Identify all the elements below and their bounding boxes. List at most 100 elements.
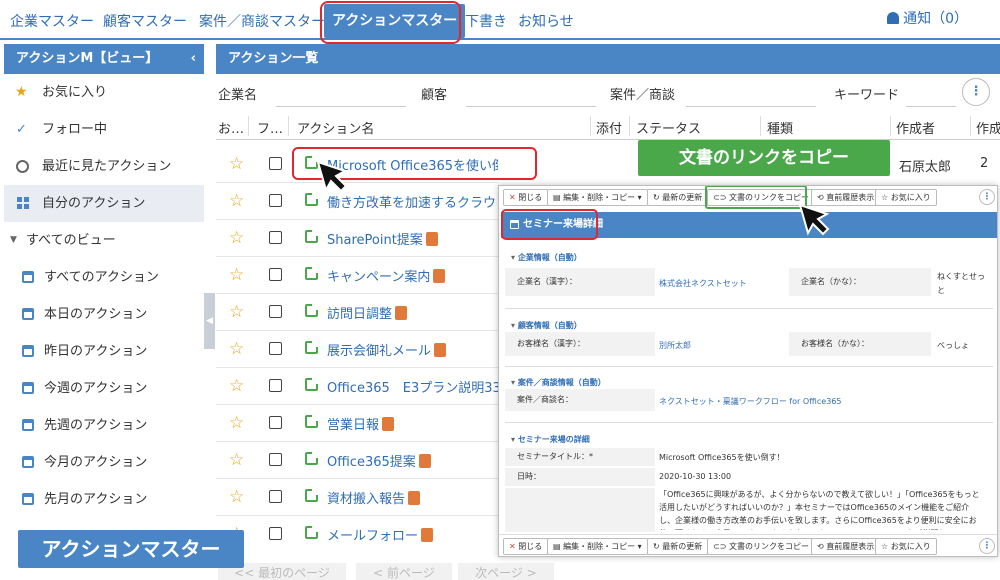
pager-next-button[interactable]: 次ページ >	[458, 563, 554, 580]
filter-keyword-input[interactable]	[906, 106, 956, 107]
table-row[interactable]: ☆ 展示会御礼メール	[216, 331, 498, 368]
follow-checkbox[interactable]	[269, 157, 282, 170]
star-outline-icon[interactable]: ☆	[229, 154, 244, 174]
table-row[interactable]: ☆ キャンペーン案内	[216, 257, 498, 294]
follow-checkbox[interactable]	[269, 416, 282, 429]
follow-checkbox[interactable]	[269, 305, 282, 318]
section-deal-heading[interactable]: 案件／商談情報（自動）	[511, 377, 606, 388]
section-customer-heading[interactable]: 顧客情報（自動）	[511, 320, 582, 331]
col-created[interactable]: 作成	[976, 118, 1000, 137]
panel-more-icon[interactable]: ⋮	[979, 538, 995, 554]
col-creator[interactable]: 作成者	[896, 118, 935, 137]
follow-checkbox[interactable]	[269, 379, 282, 392]
col-action-name[interactable]: アクション名	[297, 118, 374, 137]
action-name-link[interactable]: Office365 E3プラン説明3333	[327, 377, 498, 396]
field-value-link[interactable]: 株式会社ネクストセット	[659, 278, 747, 289]
open-external-icon[interactable]	[305, 193, 318, 206]
filter-company-input[interactable]	[276, 106, 406, 107]
sidebar-item-following[interactable]: ✓ フォロー中	[4, 111, 204, 148]
col-follow[interactable]: フ…	[257, 118, 283, 137]
panel-close-button[interactable]: ✕ 閉じる	[503, 538, 549, 555]
open-external-icon[interactable]	[305, 341, 318, 354]
star-outline-icon[interactable]: ☆	[229, 413, 244, 433]
tab-drafts[interactable]: 下書き	[465, 11, 507, 31]
open-external-icon[interactable]	[305, 230, 318, 243]
open-external-icon[interactable]	[305, 452, 318, 465]
open-external-icon[interactable]	[305, 267, 318, 280]
chevron-left-icon[interactable]: ‹	[191, 44, 196, 74]
table-row[interactable]: ☆ 資材搬入報告	[216, 479, 498, 516]
star-outline-icon[interactable]: ☆	[229, 487, 244, 507]
table-row[interactable]: ☆ 営業日報	[216, 405, 498, 442]
col-status[interactable]: ステータス	[636, 118, 701, 137]
follow-checkbox[interactable]	[269, 342, 282, 355]
follow-checkbox[interactable]	[269, 268, 282, 281]
section-seminar-heading[interactable]: セミナー来場の詳細	[511, 434, 590, 445]
col-favorite[interactable]: お…	[218, 118, 244, 137]
follow-checkbox[interactable]	[269, 490, 282, 503]
field-value-link[interactable]: 別所太郎	[659, 340, 691, 351]
action-name-link[interactable]: 働き方改革を加速するクラウド	[327, 192, 498, 211]
star-outline-icon[interactable]: ☆	[229, 450, 244, 470]
sidebar-item-yesterday[interactable]: 昨日のアクション	[4, 333, 204, 370]
sidebar-item-recent[interactable]: 最近に見たアクション	[4, 148, 204, 185]
sidebar-item-last-week[interactable]: 先週のアクション	[4, 407, 204, 444]
col-attachment[interactable]: 添付	[596, 118, 622, 137]
sidebar-item-last-month[interactable]: 先月のアクション	[4, 481, 204, 518]
notification-link[interactable]: 通知（0）	[887, 8, 968, 28]
star-outline-icon[interactable]: ☆	[229, 228, 244, 248]
star-outline-icon[interactable]: ☆	[229, 191, 244, 211]
star-outline-icon[interactable]: ☆	[229, 265, 244, 285]
star-outline-icon[interactable]: ☆	[229, 339, 244, 359]
col-type[interactable]: 種類	[767, 118, 793, 137]
action-name-link[interactable]: SharePoint提案	[327, 229, 438, 248]
filter-deal-input[interactable]	[686, 106, 816, 107]
tab-deal-master[interactable]: 案件／商談マスター	[199, 11, 325, 31]
panel-copy-link-button[interactable]: ⊂⊃ 文書のリンクをコピー ▾	[707, 538, 822, 555]
open-external-icon[interactable]	[305, 378, 318, 391]
table-row[interactable]: ☆メールフォロー	[216, 516, 498, 542]
action-name-link[interactable]: 訪問日調整	[327, 303, 408, 322]
panel-close-button[interactable]: ✕ 閉じる	[503, 189, 549, 206]
open-external-icon[interactable]	[305, 304, 318, 317]
panel-edit-button[interactable]: ▤ 編集・削除・コピー ▾	[547, 538, 648, 555]
panel-history-button[interactable]: ⟲ 直前履歴表示	[811, 538, 881, 555]
sidebar-item-all-actions[interactable]: すべてのアクション	[4, 259, 204, 296]
action-name-link[interactable]: 展示会御礼メール	[327, 340, 447, 359]
sidebar-item-this-month[interactable]: 今月のアクション	[4, 444, 204, 481]
sidebar-item-my-actions[interactable]: 自分のアクション	[4, 185, 204, 222]
star-outline-icon[interactable]: ☆	[229, 302, 244, 322]
sidebar-collapse-handle[interactable]: ◀	[204, 293, 215, 349]
open-external-icon[interactable]	[305, 415, 318, 428]
filter-customer-input[interactable]	[466, 106, 596, 107]
follow-checkbox[interactable]	[269, 194, 282, 207]
table-row[interactable]: ☆ Office365提案	[216, 442, 498, 479]
action-name-link[interactable]: 営業日報	[327, 414, 395, 433]
sidebar-item-today[interactable]: 本日のアクション	[4, 296, 204, 333]
sidebar-item-favorites[interactable]: ★ お気に入り	[4, 74, 204, 111]
follow-checkbox[interactable]	[269, 453, 282, 466]
pager-prev-button[interactable]: < 前ページ	[356, 563, 452, 580]
more-options-button[interactable]: ⋮	[962, 78, 990, 106]
table-row[interactable]: ☆ 訪問日調整	[216, 294, 498, 331]
table-row[interactable]: ☆ Office365 E3プラン説明3333	[216, 368, 498, 405]
panel-favorite-button[interactable]: ☆ お気に入り	[875, 189, 937, 206]
action-name-link[interactable]: メールフォロー	[327, 525, 434, 542]
panel-refresh-button[interactable]: ↻ 最新の更新	[647, 189, 709, 206]
panel-edit-button[interactable]: ▤ 編集・削除・コピー ▾	[547, 189, 648, 206]
open-external-icon[interactable]	[305, 489, 318, 502]
panel-more-icon[interactable]: ⋮	[979, 189, 995, 205]
follow-checkbox[interactable]	[269, 527, 282, 540]
field-value-link[interactable]: ネクストセット・稟議ワークフロー for Office365	[659, 396, 841, 407]
panel-refresh-button[interactable]: ↻ 最新の更新	[647, 538, 709, 555]
tab-customer-master[interactable]: 顧客マスター	[103, 11, 187, 31]
star-outline-icon[interactable]: ☆	[229, 376, 244, 396]
table-row[interactable]: ☆ 働き方改革を加速するクラウド	[216, 183, 498, 220]
sidebar-section-all-views[interactable]: ▼ すべてのビュー	[4, 222, 204, 259]
tab-notices[interactable]: お知らせ	[518, 11, 574, 31]
section-company-heading[interactable]: 企業情報（自動）	[511, 252, 582, 263]
table-row[interactable]: ☆ SharePoint提案	[216, 220, 498, 257]
follow-checkbox[interactable]	[269, 231, 282, 244]
action-name-link[interactable]: キャンペーン案内	[327, 266, 446, 285]
action-name-link[interactable]: 資材搬入報告	[327, 488, 421, 507]
